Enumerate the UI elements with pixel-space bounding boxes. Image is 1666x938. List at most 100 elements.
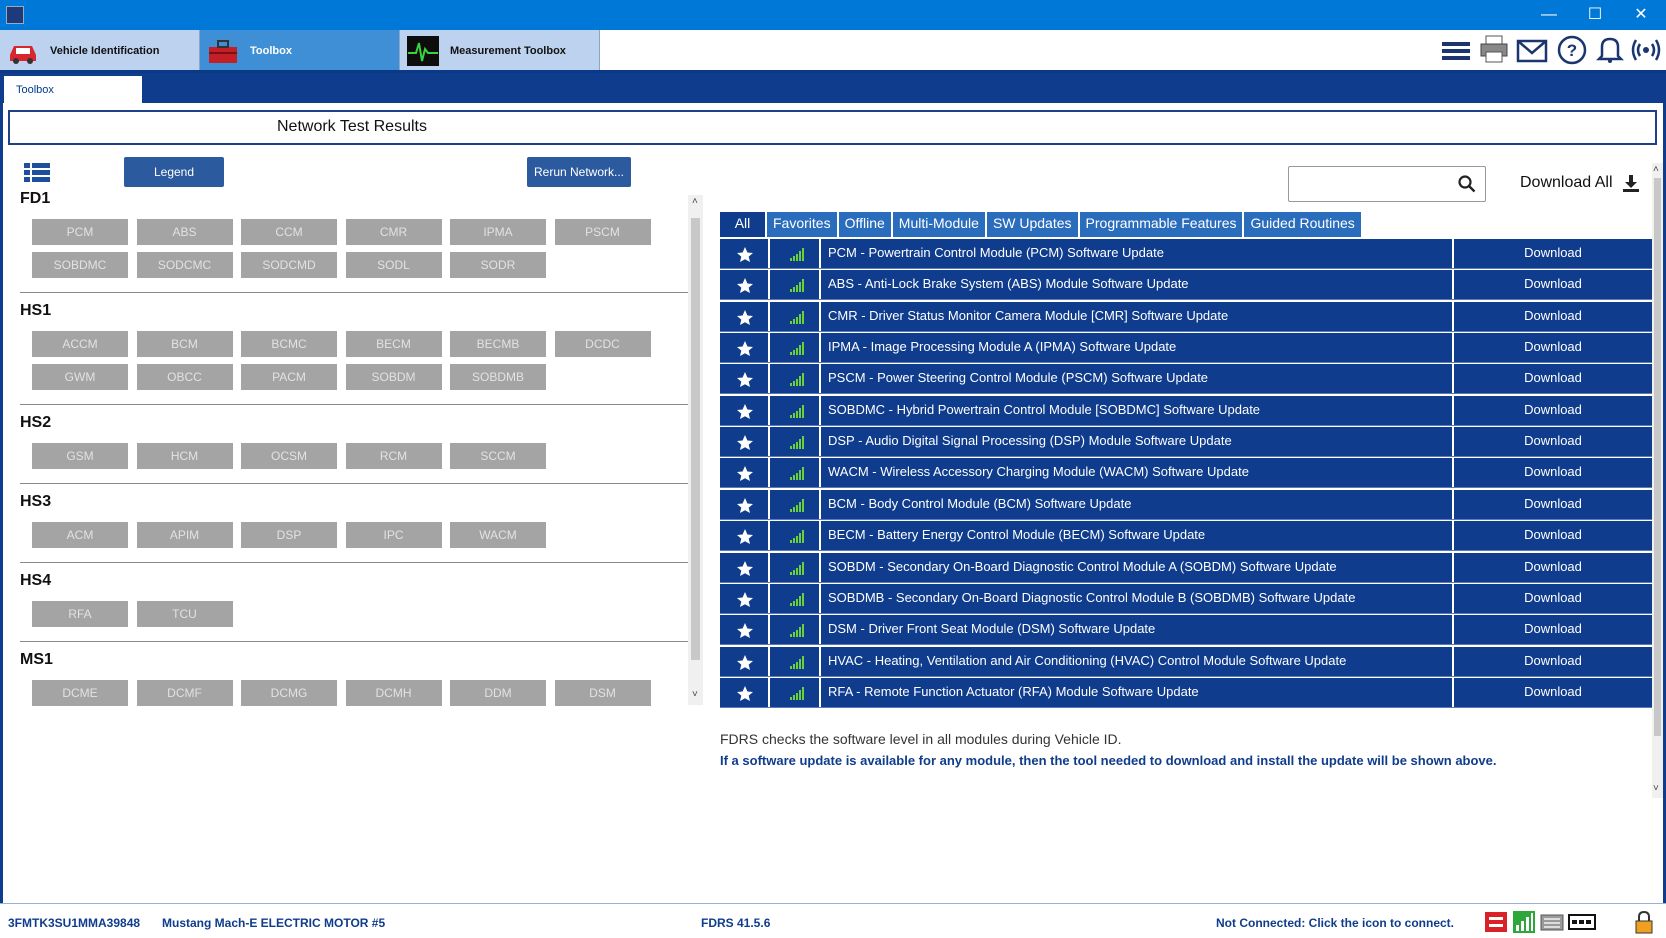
download-button[interactable]: Download [1452,458,1652,489]
module-button-ipc[interactable]: IPC [344,521,443,549]
table-row[interactable]: PCM - Powertrain Control Module (PCM) So… [720,239,1652,269]
favorite-star-icon[interactable] [720,677,770,708]
favorite-star-icon[interactable] [720,395,770,426]
module-button-cmr[interactable]: CMR [344,218,443,246]
tab-vehicle-identification[interactable]: Vehicle Identification [0,30,200,72]
favorite-star-icon[interactable] [720,521,770,552]
module-button-ocsm[interactable]: OCSM [240,442,338,470]
connection-icon[interactable] [1484,910,1508,934]
module-button-dsm[interactable]: DSM [553,679,652,707]
table-row[interactable]: ABS - Anti-Lock Brake System (ABS) Modul… [720,270,1652,301]
module-button-bcmc[interactable]: BCMC [240,330,338,358]
filter-tab-sw-updates[interactable]: SW Updates [986,212,1078,237]
module-button-ccm[interactable]: CCM [240,218,338,246]
table-row[interactable]: SOBDMC - Hybrid Powertrain Control Modul… [720,395,1652,426]
close-button[interactable]: ✕ [1618,0,1664,30]
download-button[interactable]: Download [1452,677,1652,708]
download-button[interactable]: Download [1452,583,1652,614]
module-button-sobdmb[interactable]: SOBDMB [449,363,547,391]
keyboard-icon[interactable] [1540,910,1564,934]
rerun-network-button[interactable]: Rerun Network... [527,157,631,187]
module-button-pcm[interactable]: PCM [31,218,129,246]
download-button[interactable]: Download [1452,427,1652,458]
download-button[interactable]: Download [1452,364,1652,395]
filter-tab-favorites[interactable]: Favorites [767,212,837,237]
connection-status[interactable]: Not Connected: Click the icon to connect… [1216,916,1454,930]
module-button-dcdc[interactable]: DCDC [553,330,652,358]
module-button-sodcmd[interactable]: SODCMD [240,251,338,279]
download-button[interactable]: Download [1452,552,1652,583]
module-button-wacm[interactable]: WACM [449,521,547,549]
module-button-pacm[interactable]: PACM [240,363,338,391]
favorite-star-icon[interactable] [720,270,770,301]
download-button[interactable]: Download [1452,489,1652,520]
left-scrollbar-thumb[interactable] [691,218,700,660]
module-button-becm[interactable]: BECM [344,330,443,358]
table-row[interactable]: BECM - Battery Energy Control Module (BE… [720,521,1652,552]
module-button-bcm[interactable]: BCM [135,330,234,358]
favorite-star-icon[interactable] [720,583,770,614]
module-button-rcm[interactable]: RCM [344,442,443,470]
module-button-dcmf[interactable]: DCMF [135,679,234,707]
right-scroll-up-icon[interactable]: ˄ [1653,164,1659,175]
module-button-sodl[interactable]: SODL [344,251,443,279]
module-button-ipma[interactable]: IPMA [449,218,547,246]
module-button-rfa[interactable]: RFA [31,600,129,628]
download-button[interactable]: Download [1452,615,1652,646]
signal-icon[interactable] [1630,35,1662,65]
maximize-button[interactable]: ☐ [1572,0,1618,30]
table-row[interactable]: SOBDMB - Secondary On-Board Diagnostic C… [720,583,1652,614]
legend-button[interactable]: Legend [124,157,224,187]
print-icon[interactable] [1478,34,1510,64]
search-input[interactable] [1288,166,1486,202]
module-button-ddm[interactable]: DDM [449,679,547,707]
table-row[interactable]: PSCM - Power Steering Control Module (PS… [720,364,1652,395]
module-button-sodr[interactable]: SODR [449,251,547,279]
download-icon[interactable] [1622,174,1640,192]
favorite-star-icon[interactable] [720,333,770,364]
download-button[interactable]: Download [1452,301,1652,332]
download-button[interactable]: Download [1452,270,1652,301]
help-icon[interactable]: ? [1556,35,1588,65]
favorite-star-icon[interactable] [720,364,770,395]
module-button-dsp[interactable]: DSP [240,521,338,549]
download-button[interactable]: Download [1452,239,1652,269]
module-button-sodcmc[interactable]: SODCMC [135,251,234,279]
list-view-icon[interactable] [24,163,50,183]
download-button[interactable]: Download [1452,521,1652,552]
table-row[interactable]: HVAC - Heating, Ventilation and Air Cond… [720,646,1652,677]
table-row[interactable]: CMR - Driver Status Monitor Camera Modul… [720,301,1652,332]
module-button-dcme[interactable]: DCME [31,679,129,707]
filter-tab-offline[interactable]: Offline [838,212,891,237]
signal-strength-icon[interactable] [1512,910,1536,934]
table-row[interactable]: BCM - Body Control Module (BCM) Software… [720,489,1652,520]
left-scroll-down-icon[interactable]: ˅ [692,689,698,700]
favorite-star-icon[interactable] [720,301,770,332]
mail-icon[interactable] [1516,36,1548,66]
favorite-star-icon[interactable] [720,646,770,677]
filter-tab-all[interactable]: All [720,212,765,237]
module-button-sccm[interactable]: SCCM [449,442,547,470]
module-button-abs[interactable]: ABS [135,218,234,246]
module-button-accm[interactable]: ACCM [31,330,129,358]
filter-tab-multi-module[interactable]: Multi-Module [892,212,985,237]
lock-icon[interactable] [1632,910,1656,934]
search-icon[interactable] [1458,175,1476,193]
module-button-dcmg[interactable]: DCMG [240,679,338,707]
table-row[interactable]: SOBDM - Secondary On-Board Diagnostic Co… [720,552,1652,583]
module-button-sobdmc[interactable]: SOBDMC [31,251,129,279]
favorite-star-icon[interactable] [720,239,770,269]
table-row[interactable]: WACM - Wireless Accessory Charging Modul… [720,458,1652,489]
module-button-dcmh[interactable]: DCMH [344,679,443,707]
module-button-apim[interactable]: APIM [135,521,234,549]
download-button[interactable]: Download [1452,646,1652,677]
tab-toolbox-sub[interactable]: Toolbox [4,76,142,103]
module-button-pscm[interactable]: PSCM [553,218,652,246]
download-button[interactable]: Download [1452,333,1652,364]
module-button-gsm[interactable]: GSM [31,442,129,470]
module-button-sobdm[interactable]: SOBDM [344,363,443,391]
table-row[interactable]: DSP - Audio Digital Signal Processing (D… [720,427,1652,458]
favorite-star-icon[interactable] [720,489,770,520]
favorite-star-icon[interactable] [720,552,770,583]
left-scroll-up-icon[interactable]: ˄ [692,196,698,207]
